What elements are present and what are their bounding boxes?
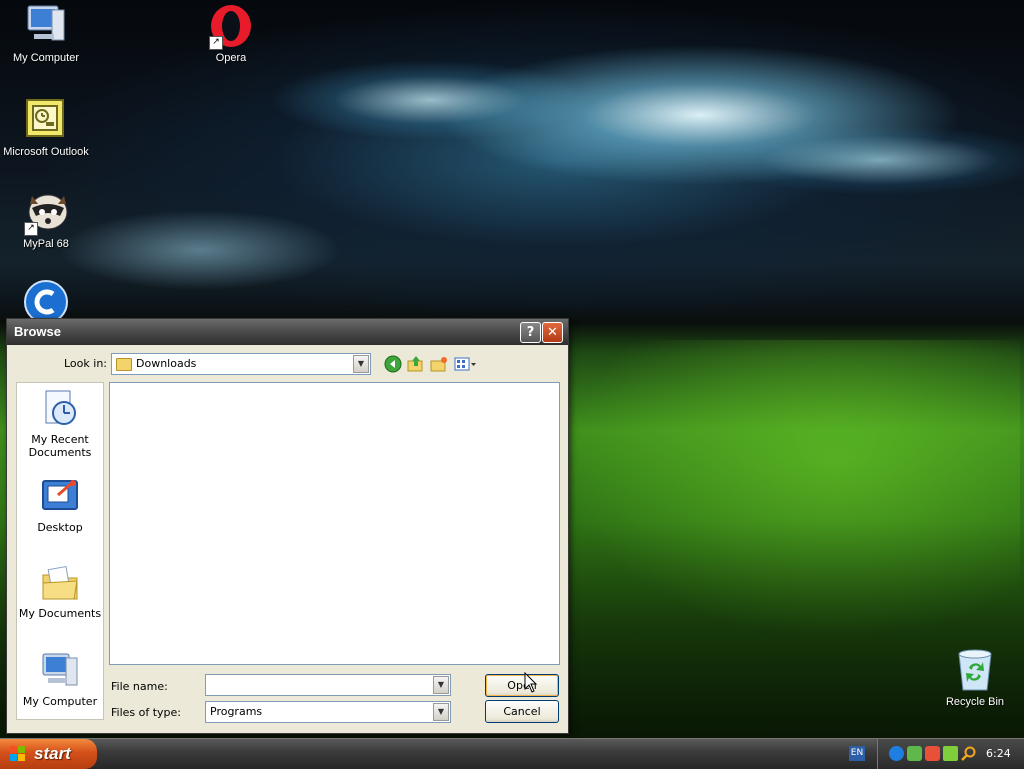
place-label: My Computer [22,695,98,708]
close-icon: ✕ [547,325,558,340]
desktop-icon [40,477,80,517]
chevron-down-icon[interactable]: ▼ [433,703,449,721]
start-button[interactable]: start [0,739,97,769]
recent-documents-icon [40,389,80,429]
desktop-icon-label: Recycle Bin [945,696,1005,708]
place-label: My Recent Documents [28,433,92,459]
file-type-value: Programs [210,705,263,718]
new-folder-icon [430,357,447,372]
computer-icon [22,2,70,50]
system-tray: 6:24 [877,739,1024,769]
place-my-documents[interactable]: My Documents [17,563,103,620]
taskbar: start EN 6:24 [0,738,1024,769]
chevron-down-icon[interactable]: ▼ [433,676,449,694]
file-name-label: File name: [111,680,168,693]
network-tray-icon[interactable] [907,746,922,761]
desktop-icon-outlook[interactable]: Microsoft Outlook [0,96,92,158]
desktop-icon-label: Microsoft Outlook [3,146,89,158]
back-button[interactable] [384,355,402,373]
up-folder-button[interactable] [407,355,425,373]
desktop-icon-recycle-bin[interactable]: Recycle Bin [929,646,1021,708]
desktop-icon-label: MyPal 68 [23,238,69,250]
view-menu-icon [454,357,476,371]
clock[interactable]: 6:24 [986,747,1011,760]
desktop-icon-label: Opera [215,52,247,64]
desktop-icon-label: My Computer [12,52,80,64]
my-documents-icon [40,563,80,603]
computer-icon [40,651,80,691]
browse-dialog: Browse ? ✕ Look in: Downloads ▼ My Recen… [6,318,569,734]
look-in-label: Look in: [64,357,107,370]
desktop-icon-my-computer[interactable]: My Computer [0,2,92,64]
cancel-button[interactable]: Cancel [485,700,559,723]
dialog-title: Browse [14,324,61,339]
file-name-field[interactable]: ▼ [205,674,451,696]
file-type-label: Files of type: [111,706,182,719]
windows-logo-icon [10,746,25,761]
ccleaner-tray-icon[interactable] [889,746,904,761]
up-folder-icon [407,356,423,372]
folder-icon [116,358,132,371]
desktop-icon-opera[interactable]: ↗ Opera [185,2,277,64]
help-button[interactable]: ? [520,322,541,343]
view-menu-button[interactable] [454,355,478,373]
file-list[interactable] [109,382,560,665]
shortcut-arrow-icon: ↗ [24,222,38,236]
recycle-bin-icon [951,646,999,694]
look-in-dropdown[interactable]: Downloads ▼ [111,353,371,375]
mypal-icon: ↗ [22,188,70,236]
language-indicator[interactable]: EN [849,746,865,761]
security-tray-icon[interactable] [943,746,958,761]
start-label: start [34,744,71,763]
help-icon: ? [526,325,535,340]
tools-tray-icon[interactable] [925,746,940,761]
new-folder-button[interactable] [430,355,448,373]
back-arrow-icon [384,355,402,373]
shortcut-arrow-icon: ↗ [209,36,223,50]
dialog-titlebar[interactable]: Browse ? ✕ [7,319,568,345]
file-type-dropdown[interactable]: Programs ▼ [205,701,451,723]
place-recent-documents[interactable]: My Recent Documents [17,389,103,459]
mouse-pointer-icon [524,672,538,693]
opera-icon: ↗ [207,2,255,50]
place-label: My Documents [18,607,102,620]
desktop-icon-mypal[interactable]: ↗ MyPal 68 [0,188,92,250]
open-button[interactable]: Open [485,674,559,697]
outlook-icon [22,96,70,144]
places-bar: My Recent Documents Desktop My Documents… [16,382,104,720]
close-button[interactable]: ✕ [542,322,563,343]
place-my-computer[interactable]: My Computer [17,651,103,708]
look-in-value: Downloads [136,357,197,370]
place-label: Desktop [37,521,83,534]
chevron-down-icon[interactable]: ▼ [353,355,369,373]
place-desktop[interactable]: Desktop [17,477,103,534]
search-icon[interactable] [961,746,976,761]
